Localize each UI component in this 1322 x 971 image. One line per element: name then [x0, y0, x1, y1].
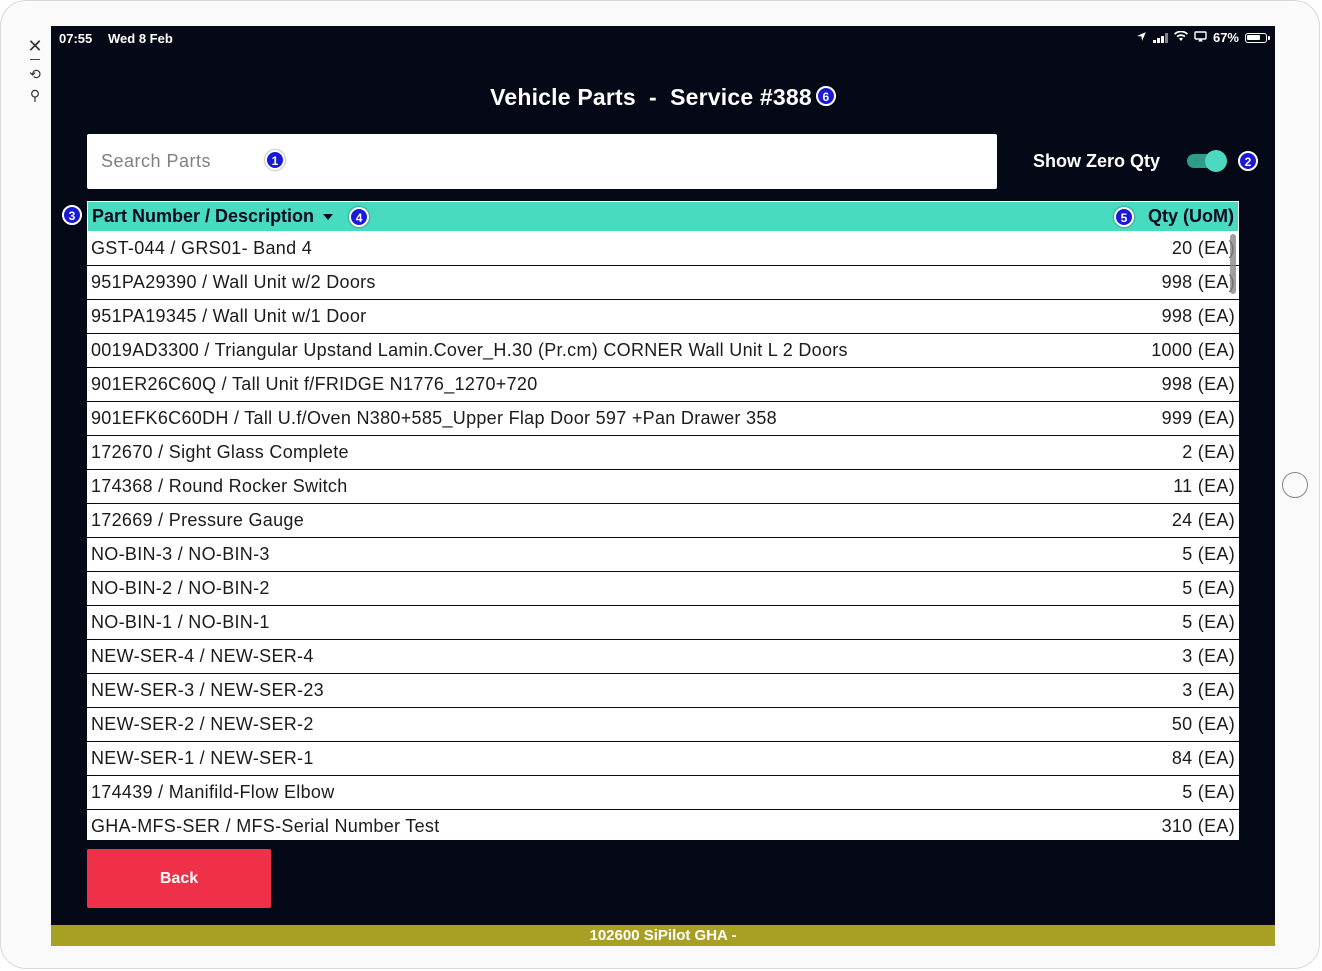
table-row[interactable]: 901ER26C60Q / Tall Unit f/FRIDGE N1776_1… — [87, 368, 1239, 402]
part-description-cell: 172669 / Pressure Gauge — [91, 510, 305, 530]
back-button[interactable]: Back — [87, 849, 271, 908]
table-row[interactable]: GST-044 / GRS01- Band 4 20 (EA) — [87, 232, 1239, 266]
page-title: Vehicle Parts - Service #388 6 — [51, 84, 1275, 111]
qty-cell: 24 (EA) — [1171, 510, 1235, 530]
table-row[interactable]: NEW-SER-2 / NEW-SER-2 50 (EA) — [87, 708, 1239, 742]
part-description-cell: 172670 / Sight Glass Complete — [91, 442, 349, 462]
part-description-cell: NO-BIN-1 / NO-BIN-1 — [91, 612, 270, 632]
table-row[interactable]: 951PA19345 / Wall Unit w/1 Door 998 (EA) — [87, 300, 1239, 334]
show-zero-qty-label: Show Zero Qty — [1033, 151, 1161, 171]
show-zero-qty-toggle[interactable] — [1187, 150, 1227, 172]
qty-cell: 11 (EA) — [1173, 476, 1235, 496]
sort-descending-icon[interactable] — [323, 213, 334, 220]
qty-cell: 50 (EA) — [1171, 714, 1235, 734]
close-icon[interactable]: ✕ — [25, 37, 45, 55]
screen-mirror-icon — [1194, 30, 1207, 45]
part-description-cell: 901ER26C60Q / Tall Unit f/FRIDGE N1776_1… — [91, 374, 538, 394]
table-row[interactable]: NO-BIN-1 / NO-BIN-1 5 (EA) — [87, 606, 1239, 640]
qty-cell: 5 (EA) — [1182, 612, 1235, 632]
status-date: Wed 8 Feb — [108, 31, 173, 46]
qty-cell: 3 (EA) — [1182, 680, 1235, 700]
annotation-marker-2: 2 — [1238, 151, 1258, 171]
table-row[interactable]: NEW-SER-1 / NEW-SER-1 84 (EA) — [87, 742, 1239, 776]
column-header-part-label: Part Number / Description — [92, 206, 315, 226]
qty-cell: 5 (EA) — [1182, 544, 1235, 564]
qty-cell: 3 (EA) — [1182, 646, 1235, 666]
part-description-cell: NEW-SER-4 / NEW-SER-4 — [91, 646, 314, 666]
search-box: 1 — [87, 134, 997, 189]
page-title-text: Vehicle Parts - Service #388 — [490, 84, 812, 110]
device-frame: ✕ ⟲ ⚲ 07:55 Wed 8 Feb 67% Vehicle Parts … — [0, 0, 1320, 969]
parts-table: Part Number / Description 4 5 Qty (UoM) … — [87, 201, 1239, 840]
table-row[interactable]: 172669 / Pressure Gauge 24 (EA) — [87, 504, 1239, 538]
scrollbar-thumb[interactable] — [1230, 234, 1236, 294]
qty-cell: 998 (EA) — [1161, 374, 1235, 394]
table-row[interactable]: NO-BIN-3 / NO-BIN-3 5 (EA) — [87, 538, 1239, 572]
part-description-cell: NO-BIN-3 / NO-BIN-3 — [91, 544, 270, 564]
signal-icon — [1152, 32, 1168, 43]
part-description-cell: NEW-SER-3 / NEW-SER-23 — [91, 680, 324, 700]
replay-icon[interactable]: ⟲ — [25, 66, 45, 83]
qty-cell: 998 (EA) — [1161, 306, 1235, 326]
annotation-marker-4: 4 — [349, 206, 370, 227]
part-description-cell: GHA-MFS-SER / MFS-Serial Number Test — [91, 816, 440, 836]
qty-cell: 5 (EA) — [1182, 782, 1235, 802]
part-description-cell: NEW-SER-2 / NEW-SER-2 — [91, 714, 314, 734]
part-description-cell: 951PA29390 / Wall Unit w/2 Doors — [91, 272, 376, 292]
battery-percent: 67% — [1212, 30, 1239, 45]
qty-cell: 310 (EA) — [1161, 816, 1235, 836]
table-row[interactable]: 172670 / Sight Glass Complete 2 (EA) — [87, 436, 1239, 470]
part-description-cell: 951PA19345 / Wall Unit w/1 Door — [91, 306, 367, 326]
divider — [30, 59, 40, 60]
status-icons: 67% — [1136, 30, 1270, 45]
part-description-cell: 174439 / Manifild-Flow Elbow — [91, 782, 335, 802]
part-description-cell: NO-BIN-2 / NO-BIN-2 — [91, 578, 270, 598]
status-time: 07:55 — [59, 31, 93, 46]
column-header-part[interactable]: Part Number / Description 4 — [88, 206, 1114, 227]
part-description-cell: 0019AD3300 / Triangular Upstand Lamin.Co… — [91, 340, 848, 360]
part-description-cell: 174368 / Round Rocker Switch — [91, 476, 348, 496]
table-row[interactable]: NEW-SER-3 / NEW-SER-23 3 (EA) — [87, 674, 1239, 708]
table-body[interactable]: GST-044 / GRS01- Band 4 20 (EA) 951PA29390… — [87, 232, 1239, 840]
status-bar: 07:55 Wed 8 Feb 67% — [51, 26, 1275, 50]
search-input[interactable] — [87, 134, 997, 189]
table-header: Part Number / Description 4 5 Qty (UoM) — [87, 201, 1239, 232]
part-description-cell: NEW-SER-1 / NEW-SER-1 — [91, 748, 314, 768]
annotation-marker-5: 5 — [1114, 206, 1135, 227]
toggle-knob — [1205, 150, 1227, 172]
annotation-marker-6: 6 — [815, 86, 836, 106]
qty-cell: 20 (EA) — [1171, 238, 1235, 258]
app-screen: 07:55 Wed 8 Feb 67% Vehicle Parts - Serv… — [51, 26, 1275, 946]
pin-icon[interactable]: ⚲ — [25, 87, 45, 104]
qty-cell: 2 (EA) — [1182, 442, 1235, 462]
annotation-marker-1: 1 — [265, 150, 285, 170]
annotation-marker-3: 3 — [62, 205, 82, 225]
table-row[interactable]: 174439 / Manifild-Flow Elbow 5 (EA) — [87, 776, 1239, 810]
table-row[interactable]: 951PA29390 / Wall Unit w/2 Doors 998 (EA) — [87, 266, 1239, 300]
wifi-icon — [1173, 30, 1188, 45]
qty-cell: 84 (EA) — [1171, 748, 1235, 768]
table-row[interactable]: NO-BIN-2 / NO-BIN-2 5 (EA) — [87, 572, 1239, 606]
part-description-cell: GST-044 / GRS01- Band 4 — [91, 238, 313, 258]
qty-cell: 5 (EA) — [1182, 578, 1235, 598]
part-description-cell: 901EFK6C60DH / Tall U.f/Oven N380+585_Up… — [91, 408, 777, 428]
table-row[interactable]: 174368 / Round Rocker Switch 11 (EA) — [87, 470, 1239, 504]
location-icon — [1136, 30, 1147, 45]
column-header-qty-label: Qty (UoM) — [1148, 206, 1234, 226]
column-header-qty[interactable]: 5 Qty (UoM) — [1114, 206, 1238, 227]
table-row[interactable]: GHA-MFS-SER / MFS-Serial Number Test 310 … — [87, 810, 1239, 840]
table-row[interactable]: NEW-SER-4 / NEW-SER-4 3 (EA) — [87, 640, 1239, 674]
side-toolbar: ✕ ⟲ ⚲ — [25, 37, 45, 108]
battery-icon — [1245, 32, 1270, 43]
qty-cell: 1000 (EA) — [1151, 340, 1235, 360]
home-button[interactable] — [1282, 472, 1308, 498]
qty-cell: 999 (EA) — [1161, 408, 1235, 428]
table-row[interactable]: 901EFK6C60DH / Tall U.f/Oven N380+585_Up… — [87, 402, 1239, 436]
footer-bar: 102600 SiPilot GHA - — [51, 925, 1275, 946]
table-row[interactable]: 0019AD3300 / Triangular Upstand Lamin.Co… — [87, 334, 1239, 368]
qty-cell: 998 (EA) — [1161, 272, 1235, 292]
